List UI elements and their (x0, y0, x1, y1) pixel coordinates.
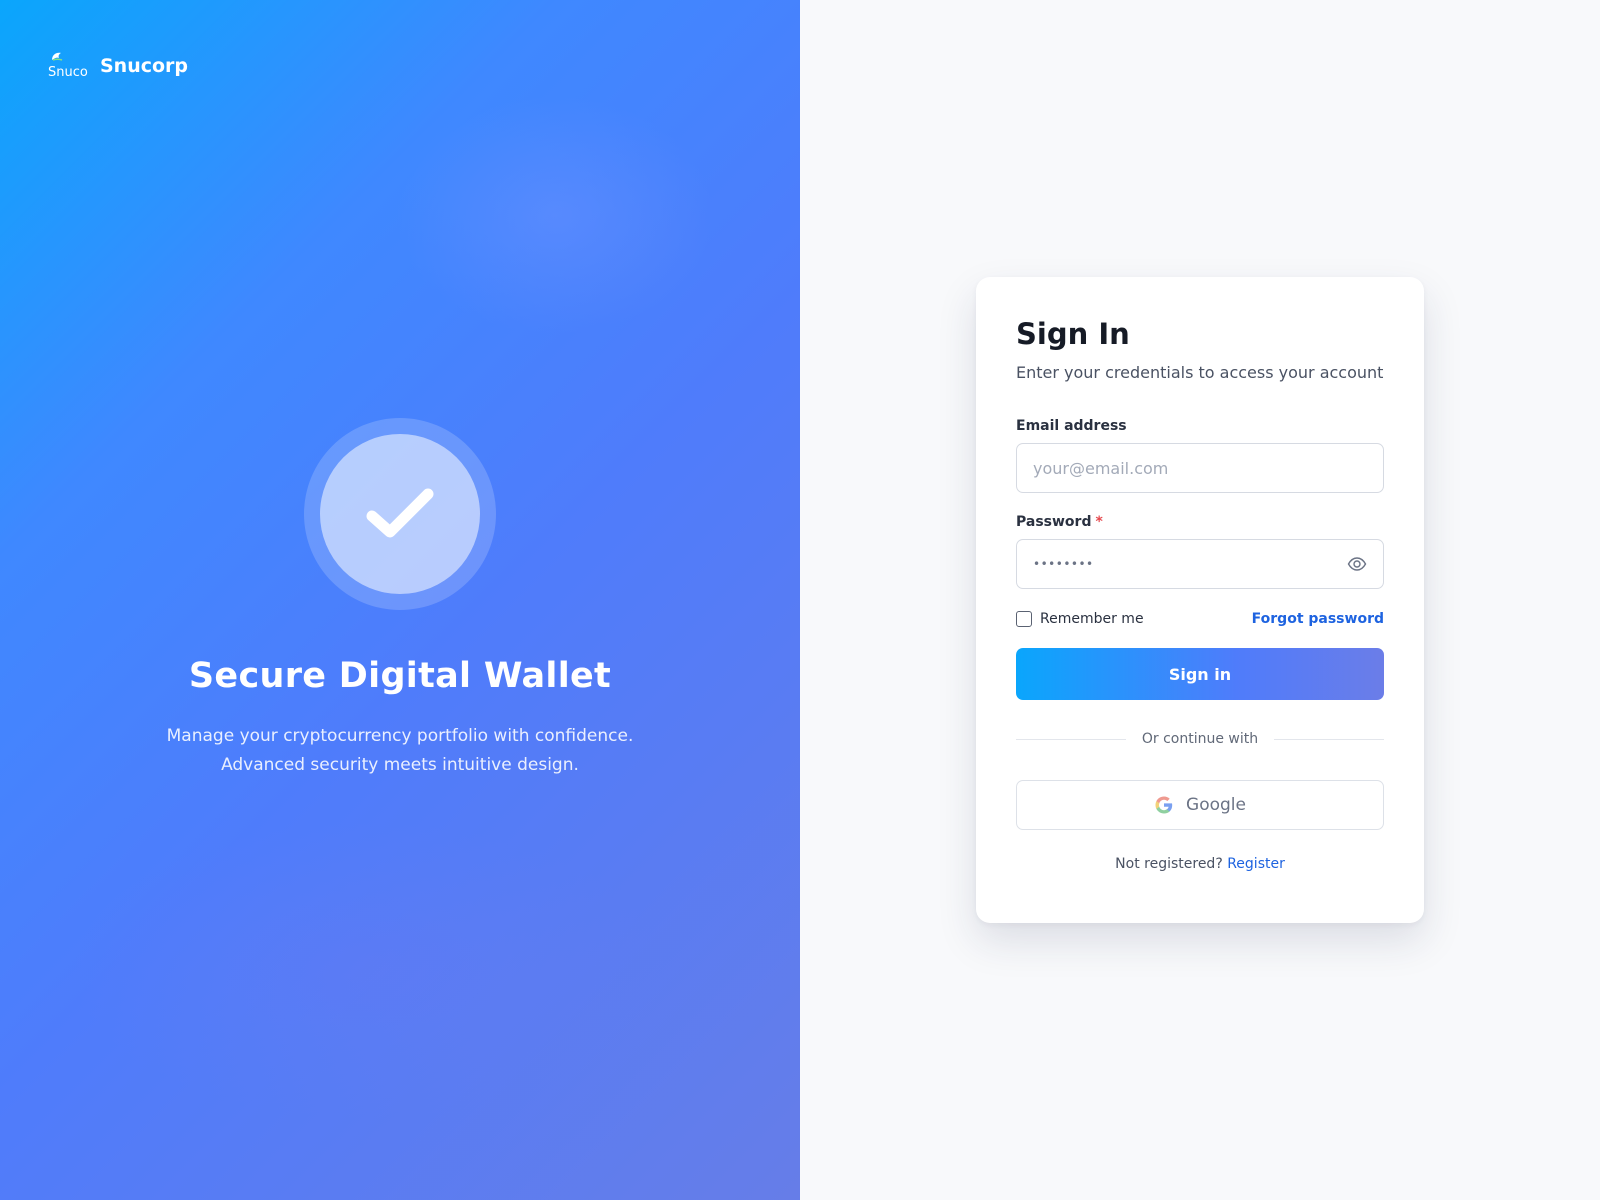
check-icon (366, 488, 434, 538)
hero-panel: Snucorp Snucorp Secure Digital Wallet Ma… (0, 0, 800, 1200)
check-badge (304, 418, 496, 610)
password-label-text: Password (1016, 514, 1092, 530)
logo-mark-icon (52, 52, 63, 61)
register-prompt-text: Not registered? (1115, 856, 1223, 872)
signin-button[interactable]: Sign in (1016, 648, 1384, 700)
divider-label: Or continue with (1141, 731, 1259, 747)
auth-panel: Sign In Enter your credentials to access… (800, 0, 1600, 1200)
google-label: Google (1186, 795, 1246, 815)
required-mark: * (1095, 514, 1103, 530)
password-value: •••••••• (1033, 557, 1094, 571)
eye-icon[interactable] (1347, 554, 1367, 574)
brand-name: Snucorp (100, 55, 189, 77)
hero-subtitle-line: Manage your cryptocurrency portfolio wit… (166, 726, 634, 746)
email-label-text: Email address (1016, 418, 1127, 434)
hero-subtitle-line: Advanced security meets intuitive design… (221, 755, 579, 775)
hero-subtitle: Manage your cryptocurrency portfolio wit… (167, 722, 634, 780)
forgot-password-link[interactable]: Forgot password (1252, 611, 1384, 627)
signin-subtitle: Enter your credentials to access your ac… (1016, 363, 1384, 382)
divider-line (1274, 738, 1385, 740)
password-field[interactable]: •••••••• (1016, 539, 1384, 589)
signin-title: Sign In (1016, 317, 1130, 351)
divider: Or continue with (1016, 731, 1385, 747)
email-label: Email address (1016, 418, 1384, 434)
password-label: Password * (1016, 514, 1384, 530)
email-field[interactable]: your@email.com (1016, 443, 1384, 493)
brand-logo: Snucorp (48, 48, 88, 84)
google-icon (1154, 795, 1174, 815)
hero-title: Secure Digital Wallet (188, 656, 612, 696)
divider-line (1016, 738, 1126, 740)
remember-me[interactable]: Remember me (1016, 611, 1144, 627)
signin-card: Sign In Enter your credentials to access… (976, 277, 1424, 923)
register-link[interactable]: Register (1227, 856, 1285, 872)
hero-content: Secure Digital Wallet Manage your crypto… (0, 418, 800, 780)
remember-checkbox[interactable] (1016, 611, 1032, 627)
remember-label: Remember me (1040, 611, 1144, 627)
email-placeholder: your@email.com (1033, 458, 1169, 478)
decorative-glow (395, 95, 715, 335)
google-signin-button[interactable]: Google (1016, 780, 1384, 830)
register-prompt: Not registered? Register (1016, 856, 1384, 872)
brand[interactable]: Snucorp Snucorp (48, 48, 188, 84)
logo-text: Snucorp (48, 65, 88, 80)
decorative-glow (70, 820, 670, 1120)
signin-options: Remember me Forgot password (1016, 611, 1384, 627)
